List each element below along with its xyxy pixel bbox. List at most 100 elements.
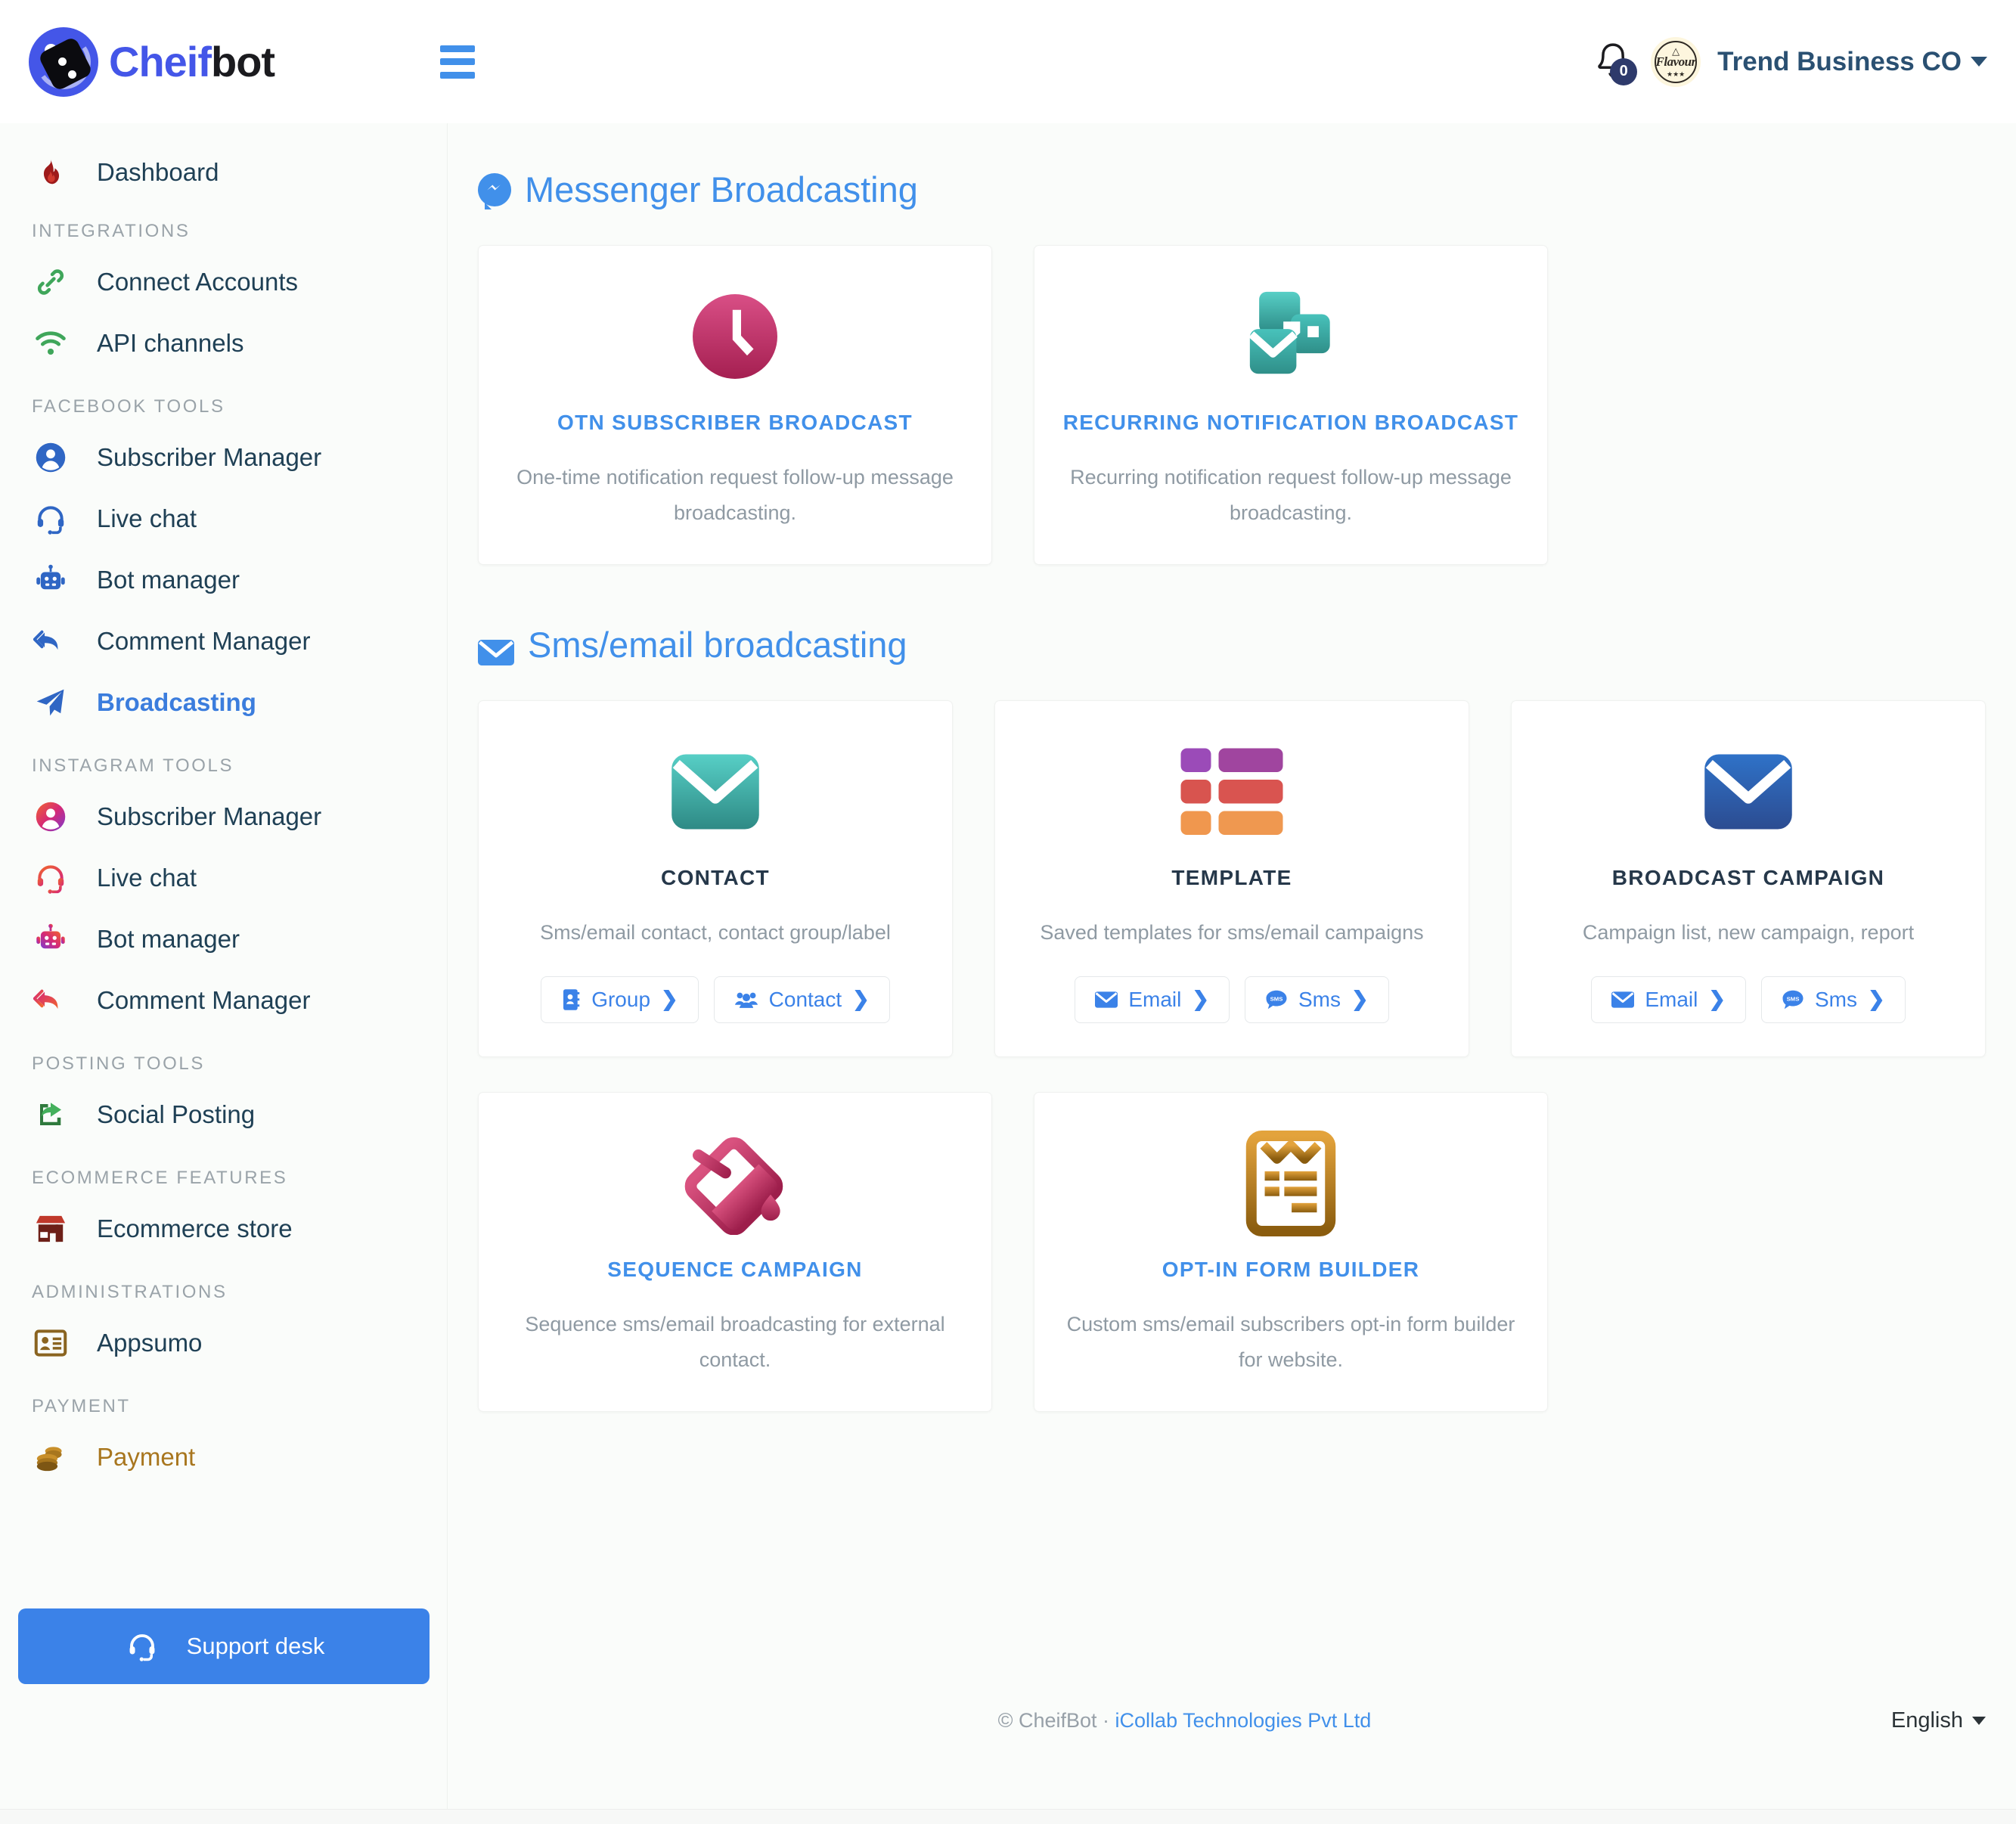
sms-button[interactable]: SMS Sms ❯ [1245, 976, 1389, 1023]
card-recurring-notification-broadcast[interactable]: RECURRING NOTIFICATION BROADCAST Recurri… [1034, 245, 1548, 566]
top-bar: Cheifbot 0 △ Flavour ★★★ Trend Business … [0, 0, 2016, 123]
sidebar-item-label: Live chat [97, 504, 197, 532]
sidebar-item-ecommerce-store[interactable]: Ecommerce store [0, 1198, 447, 1259]
card-description: Recurring notification request follow-up… [1070, 465, 1512, 524]
card-description: Campaign list, new campaign, report [1582, 920, 1915, 944]
cheifbot-logo-icon [29, 26, 98, 97]
card-title: OPT-IN FORM BUILDER [1162, 1257, 1420, 1281]
brand-part-two: bot [211, 38, 275, 85]
paint-bucket-icon [504, 1123, 966, 1244]
sidebar-item-social-posting[interactable]: Social Posting [0, 1084, 447, 1145]
blue-envelope-icon [1537, 731, 1959, 852]
chevron-right-icon: ❯ [661, 988, 678, 1011]
group-button-label: Group [591, 987, 651, 1011]
email-button-label: Email [1128, 987, 1182, 1011]
sidebar-item-connect-accounts[interactable]: Connect Accounts [0, 251, 447, 312]
sidebar-item-ig-subscriber-manager[interactable]: Subscriber Manager [0, 786, 447, 847]
email-button[interactable]: Email ❯ [1075, 976, 1230, 1023]
sidebar-section-integrations: INTEGRATIONS [32, 221, 191, 241]
teal-envelope-icon [504, 731, 926, 852]
robot-icon [32, 920, 70, 958]
contact-button-label: Contact [768, 987, 842, 1011]
card-template[interactable]: TEMPLATE Saved templates for sms/email c… [994, 700, 1469, 1057]
sms-bubble-icon: SMS [1266, 990, 1287, 1010]
contact-button[interactable]: Contact ❯ [713, 976, 890, 1023]
avatar[interactable]: △ Flavour ★★★ [1651, 36, 1701, 87]
sidebar-item-dashboard[interactable]: Dashboard [0, 141, 447, 203]
card-description: One-time notification request follow-up … [516, 465, 954, 524]
sms-button-label: Sms [1298, 987, 1341, 1011]
org-name-label: Trend Business CO [1717, 46, 1962, 76]
support-desk-label: Support desk [186, 1633, 325, 1659]
card-optin-form-builder[interactable]: OPT-IN FORM BUILDER Custom sms/email sub… [1034, 1091, 1548, 1413]
brand-part-one: Cheif [109, 38, 212, 85]
chevron-right-icon: ❯ [1192, 988, 1209, 1011]
envelope-icon [1095, 991, 1118, 1008]
sidebar-item-ig-live-chat[interactable]: Live chat [0, 847, 447, 908]
brand-logo[interactable]: Cheifbot [29, 26, 422, 97]
avatar-stars: ★★★ [1667, 70, 1686, 78]
email-button-label: Email [1645, 987, 1698, 1011]
clock-circle-icon [504, 276, 966, 397]
user-circle-icon [32, 439, 70, 476]
user-circle-icon [32, 798, 70, 836]
sidebar-section-administrations: ADMINISTRATIONS [32, 1282, 228, 1302]
card-title: SEQUENCE CAMPAIGN [607, 1257, 863, 1281]
notifications-button[interactable]: 0 [1592, 40, 1638, 85]
sidebar-item-label: Subscriber Manager [97, 442, 322, 471]
section-title-text: Sms/email broadcasting [528, 625, 907, 665]
headset-icon [32, 859, 70, 897]
flame-icon [32, 154, 70, 191]
headset-icon [32, 500, 70, 538]
id-card-icon [32, 1324, 70, 1362]
card-otn-subscriber-broadcast[interactable]: OTN SUBSCRIBER BROADCAST One-time notifi… [478, 245, 992, 566]
card-broadcast-campaign[interactable]: BROADCAST CAMPAIGN Campaign list, new ca… [1511, 700, 1986, 1057]
chevron-down-icon [1972, 1717, 1986, 1725]
footer-copyright-text: © CheifBot · [997, 1709, 1115, 1732]
sidebar-item-fb-live-chat[interactable]: Live chat [0, 488, 447, 549]
sidebar-item-api-channels[interactable]: API channels [0, 312, 447, 374]
card-sequence-campaign[interactable]: SEQUENCE CAMPAIGN Sequence sms/email bro… [478, 1091, 992, 1413]
wifi-icon [32, 324, 70, 362]
card-title: RECURRING NOTIFICATION BROADCAST [1062, 411, 1519, 434]
card-title: BROADCAST CAMPAIGN [1611, 866, 1885, 890]
sidebar-item-fb-comment-manager[interactable]: Comment Manager [0, 610, 447, 672]
sidebar-item-broadcasting[interactable]: Broadcasting [0, 672, 447, 733]
sidebar-item-payment[interactable]: Payment [0, 1426, 447, 1487]
card-actions: Email ❯ SMS Sms ❯ [1021, 976, 1443, 1023]
footer-company-link[interactable]: iCollab Technologies Pvt Ltd [1115, 1709, 1372, 1732]
card-title: TEMPLATE [1171, 866, 1292, 890]
group-button[interactable]: Group ❯ [541, 976, 699, 1023]
org-dropdown[interactable]: Trend Business CO [1717, 47, 1987, 77]
sidebar-item-fb-subscriber-manager[interactable]: Subscriber Manager [0, 427, 447, 488]
card-contact[interactable]: CONTACT Sms/email contact, contact group… [478, 700, 953, 1057]
sms-button[interactable]: SMS Sms ❯ [1761, 976, 1906, 1023]
link-icon [32, 263, 70, 301]
bottom-strip [0, 1809, 2016, 1824]
store-icon [32, 1210, 70, 1248]
reply-all-icon [32, 982, 70, 1019]
card-description: Custom sms/email subscribers opt-in form… [1066, 1312, 1515, 1371]
sidebar: Dashboard INTEGRATIONS Connect Accounts … [0, 123, 448, 1824]
language-selector[interactable]: English [1891, 1708, 1986, 1733]
sidebar-section-instagram-tools: INSTAGRAM TOOLS [32, 755, 234, 776]
smsemail-card-row-1: CONTACT Sms/email contact, contact group… [478, 700, 1986, 1057]
hamburger-icon[interactable] [440, 45, 475, 79]
address-book-icon [563, 989, 580, 1010]
svg-text:SMS: SMS [1270, 995, 1283, 1002]
email-button[interactable]: Email ❯ [1591, 976, 1746, 1023]
sidebar-item-ig-bot-manager[interactable]: Bot manager [0, 908, 447, 969]
sidebar-section-facebook-tools: FACEBOOK TOOLS [32, 396, 225, 417]
sidebar-section-payment: PAYMENT [32, 1396, 131, 1416]
sidebar-section-ecommerce-features: ECOMMERCE FEATURES [32, 1168, 288, 1188]
sidebar-item-fb-bot-manager[interactable]: Bot manager [0, 549, 447, 610]
support-desk-button[interactable]: Support desk [18, 1608, 430, 1684]
card-description: Saved templates for sms/email campaigns [1040, 920, 1424, 944]
language-label: English [1890, 1708, 1963, 1732]
sidebar-item-label: Payment [97, 1442, 196, 1471]
sidebar-item-label: Ecommerce store [97, 1214, 293, 1242]
card-actions: Group ❯ Contact ❯ [504, 976, 926, 1023]
sms-bubble-icon: SMS [1782, 990, 1804, 1010]
sidebar-item-ig-comment-manager[interactable]: Comment Manager [0, 969, 447, 1031]
sidebar-item-appsumo[interactable]: Appsumo [0, 1312, 447, 1373]
